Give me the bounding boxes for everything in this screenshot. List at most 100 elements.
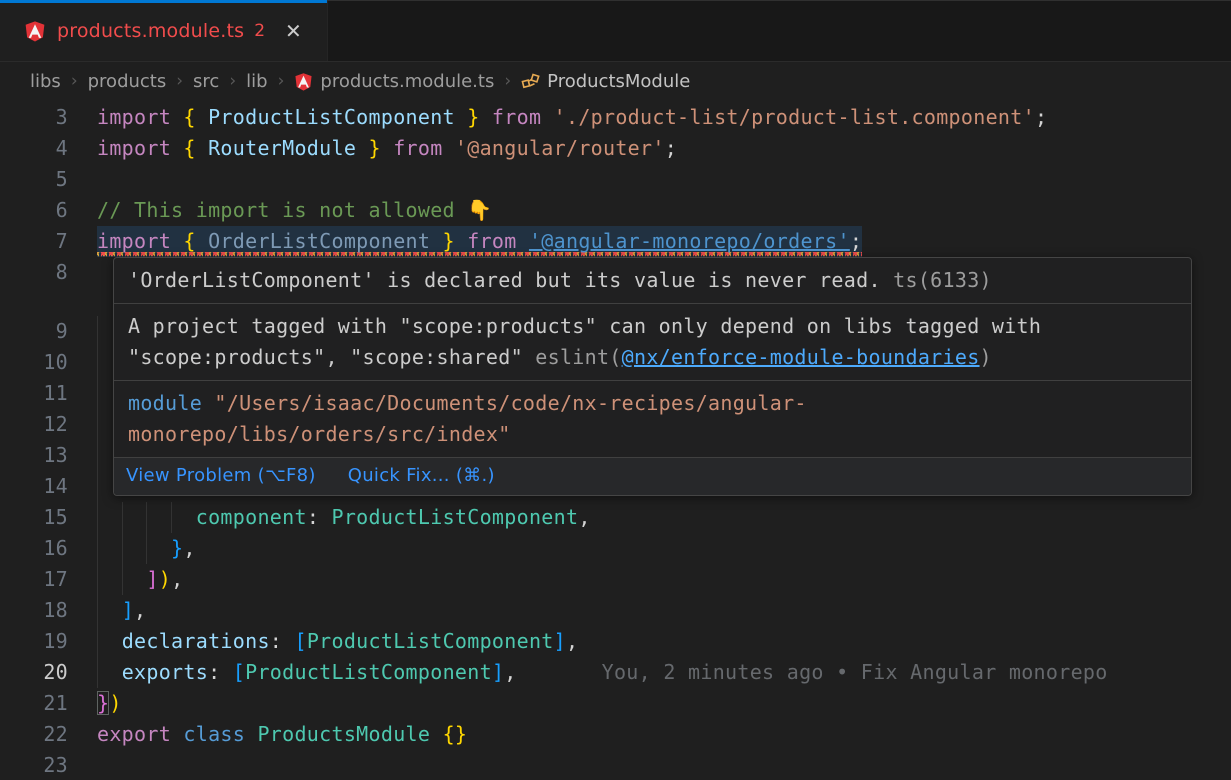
code-content[interactable]: import { ProductListComponent } from './… — [97, 102, 1231, 133]
line-number[interactable]: 17 — [0, 564, 68, 595]
code-line[interactable]: 5 — [0, 164, 1231, 195]
line-number[interactable]: 7 — [0, 226, 68, 257]
token: class — [183, 722, 257, 746]
token — [97, 536, 171, 560]
code-line[interactable]: 18 ], — [0, 595, 1231, 626]
line-number[interactable]: 11 — [0, 378, 68, 409]
line-number[interactable]: 8 — [0, 257, 68, 288]
code-line[interactable]: 20 exports: [ProductListComponent],You, … — [0, 657, 1231, 688]
breadcrumb-item[interactable]: libs — [30, 71, 61, 92]
code-content[interactable]: exports: [ProductListComponent],You, 2 m… — [97, 657, 1231, 688]
code-line[interactable]: 17 ]), — [0, 564, 1231, 595]
quick-fix-action[interactable]: Quick Fix... (⌘.) — [348, 458, 495, 495]
token: } — [430, 229, 455, 253]
line-number[interactable]: 22 — [0, 719, 68, 750]
line-number[interactable]: 21 — [0, 688, 68, 719]
chevron-right-icon: › — [278, 71, 285, 91]
line-number[interactable]: 3 — [0, 102, 68, 133]
code-content[interactable]: import { RouterModule } from '@angular/r… — [97, 133, 1231, 164]
line-number[interactable]: 19 — [0, 626, 68, 657]
token: ) — [109, 691, 121, 715]
code-line[interactable]: 4 import { RouterModule } from '@angular/… — [0, 133, 1231, 164]
line-number[interactable]: 6 — [0, 195, 68, 226]
angular-icon — [24, 20, 46, 42]
token: , — [134, 598, 146, 622]
line-number[interactable]: 14 — [0, 471, 68, 502]
code-content[interactable]: // This import is not allowed 👇 — [97, 195, 1231, 226]
code-content[interactable] — [97, 750, 1231, 780]
token: ; — [1035, 105, 1047, 129]
tab-problem-count-badge: 2 — [254, 21, 265, 41]
breadcrumb-folders: libs›products›src›lib› — [30, 71, 294, 92]
line-number[interactable]: 20 — [0, 657, 68, 688]
angular-icon — [294, 72, 313, 91]
line-number[interactable]: 10 — [0, 347, 68, 378]
hover-eslint-diagnostic: A project tagged with "scope:products" c… — [114, 304, 1191, 381]
code-content[interactable]: ], — [97, 595, 1231, 626]
breadcrumb-item[interactable]: products — [88, 71, 167, 92]
code-content[interactable]: }) — [97, 688, 1231, 719]
token: exports — [122, 660, 208, 684]
line-number[interactable]: 23 — [0, 750, 68, 780]
code-line[interactable]: 19 declarations: [ProductListComponent], — [0, 626, 1231, 657]
token — [97, 629, 122, 653]
token: component — [196, 505, 307, 529]
code-content[interactable]: export class ProductsModule {} — [97, 719, 1231, 750]
line-number[interactable]: 12 — [0, 409, 68, 440]
token: OrderListComponent — [208, 229, 430, 253]
code-content[interactable]: }, — [97, 533, 1231, 564]
close-icon[interactable]: ✕ — [285, 19, 302, 43]
line-number[interactable]: 4 — [0, 133, 68, 164]
hover-module-info: module "/Users/isaac/Documents/code/nx-r… — [114, 381, 1191, 458]
token: ProductsModule — [257, 722, 442, 746]
code-editor[interactable]: 3 import { ProductListComponent } from '.… — [0, 100, 1231, 780]
token: import — [97, 136, 183, 160]
line-number[interactable]: 15 — [0, 502, 68, 533]
breadcrumb-symbol[interactable]: ProductsModule — [521, 71, 690, 92]
code-line[interactable]: 6 // This import is not allowed 👇 — [0, 195, 1231, 226]
token — [97, 567, 146, 591]
view-problem-action[interactable]: View Problem (⌥F8) — [126, 458, 316, 495]
breadcrumb-item[interactable]: lib — [246, 71, 267, 92]
code-text: component: ProductListComponent, — [97, 502, 591, 533]
line-number[interactable]: 13 — [0, 440, 68, 471]
line-number[interactable]: 5 — [0, 164, 68, 195]
line-number[interactable]: 18 — [0, 595, 68, 626]
token: {} — [443, 722, 468, 746]
hover-ts-diagnostic: 'OrderListComponent' is declared but its… — [114, 258, 1191, 304]
pointing-down-emoji: 👇 — [467, 198, 492, 222]
code-content[interactable]: ]), — [97, 564, 1231, 595]
eslint-rule-link[interactable]: @nx/enforce-module-boundaries — [622, 345, 980, 369]
code-line[interactable]: 15 component: ProductListComponent, — [0, 502, 1231, 533]
module-link[interactable]: '@angular-monorepo/orders' — [529, 229, 850, 253]
breadcrumb-file[interactable]: products.module.ts — [294, 71, 494, 92]
error-highlighted-code: import { OrderListComponent } from '@ang… — [97, 226, 862, 257]
line-number[interactable]: 16 — [0, 533, 68, 564]
code-text: export class ProductsModule {} — [97, 719, 467, 750]
indent-guide — [97, 378, 98, 409]
code-text: exports: [ProductListComponent], — [97, 657, 517, 688]
code-text: }, — [97, 533, 196, 564]
token: : — [307, 505, 332, 529]
line-number[interactable]: 9 — [0, 316, 68, 347]
code-line[interactable]: 3 import { ProductListComponent } from '.… — [0, 102, 1231, 133]
chevron-right-icon: › — [504, 71, 511, 91]
chevron-right-icon: › — [229, 71, 236, 91]
token: ProductListComponent — [208, 105, 455, 129]
token: ProductListComponent — [245, 660, 492, 684]
code-line[interactable]: 7 import { OrderListComponent } from '@an… — [0, 226, 1231, 257]
tab-title: products.module.ts — [57, 20, 244, 42]
code-content[interactable]: import { OrderListComponent } from '@ang… — [97, 226, 1231, 257]
chevron-right-icon: › — [71, 71, 78, 91]
token: ; — [850, 229, 862, 253]
code-content[interactable] — [97, 164, 1231, 195]
code-content[interactable]: component: ProductListComponent, — [97, 502, 1231, 533]
token: { — [183, 229, 208, 253]
code-line[interactable]: 16 }, — [0, 533, 1231, 564]
code-line[interactable]: 23 — [0, 750, 1231, 780]
breadcrumb-item[interactable]: src — [193, 71, 219, 92]
code-content[interactable]: declarations: [ProductListComponent], — [97, 626, 1231, 657]
tab-products-module[interactable]: products.module.ts 2 ✕ — [0, 1, 328, 61]
code-line[interactable]: 22 export class ProductsModule {} — [0, 719, 1231, 750]
code-line[interactable]: 21}) — [0, 688, 1231, 719]
